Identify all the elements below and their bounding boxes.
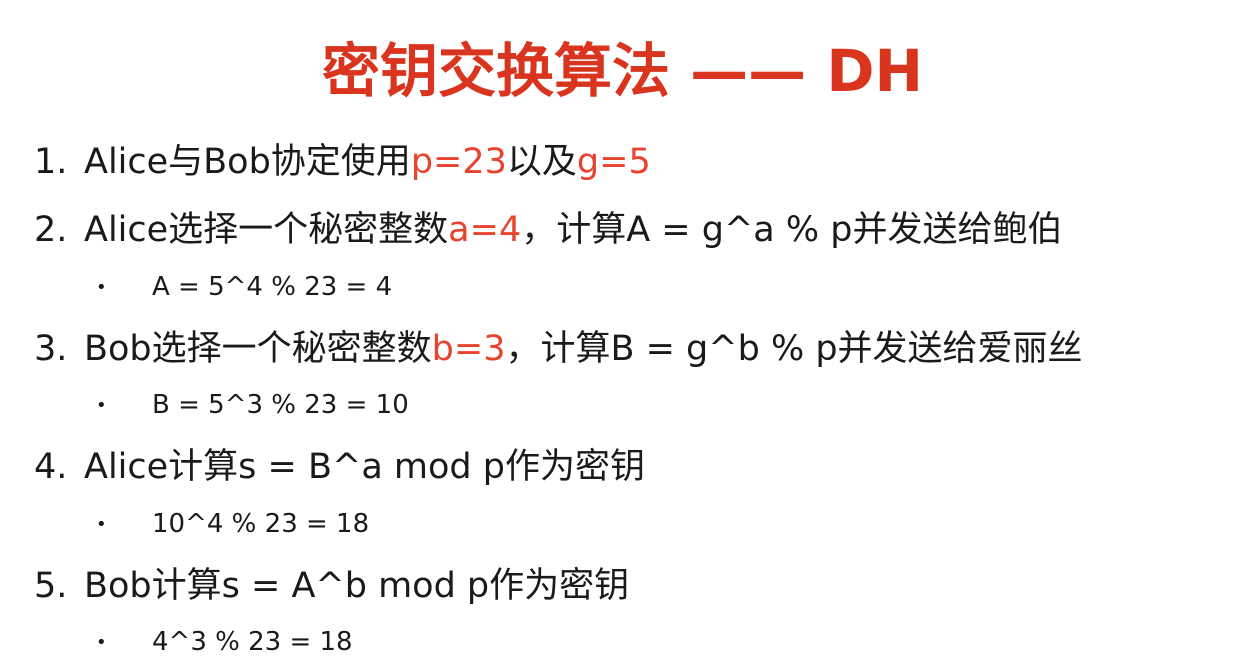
detail-text: A = 5^4 % 23 = 4 [152, 272, 393, 302]
step-4-detail: • 10^4 % 23 = 18 [96, 506, 369, 543]
step-1: 1. Alice与Bob协定使用p=23以及g=5 [34, 138, 651, 186]
detail-text: 10^4 % 23 = 18 [152, 509, 370, 539]
highlight-value: a=4 [448, 210, 522, 250]
bullet-icon: • [96, 394, 107, 416]
step-text: Alice与Bob协定使用 [84, 142, 411, 182]
step-text: Alice计算s = B^a mod p作为密钥 [84, 447, 645, 487]
highlight-value: g=5 [576, 142, 651, 182]
step-text: 以及 [506, 142, 577, 182]
step-5-detail: • 4^3 % 23 = 18 [96, 624, 353, 661]
step-4: 4. Alice计算s = B^a mod p作为密钥 [34, 443, 645, 491]
slide: 密钥交换算法 —— DH 1. Alice与Bob协定使用p=23以及g=5 2.… [0, 0, 1245, 662]
highlight-value: b=3 [431, 329, 506, 369]
bullet-icon: • [96, 631, 107, 653]
step-number: 3. [34, 329, 68, 369]
step-3: 3. Bob选择一个秘密整数b=3，计算B = g^b % p并发送给爱丽丝 [34, 325, 1083, 373]
step-text: ，计算A = g^a % p并发送给鲍伯 [521, 210, 1063, 250]
detail-text: B = 5^3 % 23 = 10 [152, 390, 409, 420]
step-3-detail: • B = 5^3 % 23 = 10 [96, 387, 409, 424]
detail-text: 4^3 % 23 = 18 [152, 627, 353, 657]
bullet-icon: • [96, 276, 107, 298]
step-number: 4. [34, 447, 68, 487]
step-2: 2. Alice选择一个秘密整数a=4，计算A = g^a % p并发送给鲍伯 [34, 206, 1062, 254]
step-text: Bob计算s = A^b mod p作为密钥 [84, 566, 630, 606]
step-text: Bob选择一个秘密整数 [84, 329, 432, 369]
step-number: 2. [34, 210, 68, 250]
step-5: 5. Bob计算s = A^b mod p作为密钥 [34, 562, 629, 610]
step-number: 5. [34, 566, 68, 606]
step-2-detail: • A = 5^4 % 23 = 4 [96, 269, 392, 306]
bullet-icon: • [96, 513, 107, 535]
step-number: 1. [34, 142, 68, 182]
step-text: Alice选择一个秘密整数 [84, 210, 449, 250]
slide-title: 密钥交换算法 —— DH [321, 37, 924, 105]
step-text: ，计算B = g^b % p并发送给爱丽丝 [505, 329, 1083, 369]
highlight-value: p=23 [410, 142, 507, 182]
